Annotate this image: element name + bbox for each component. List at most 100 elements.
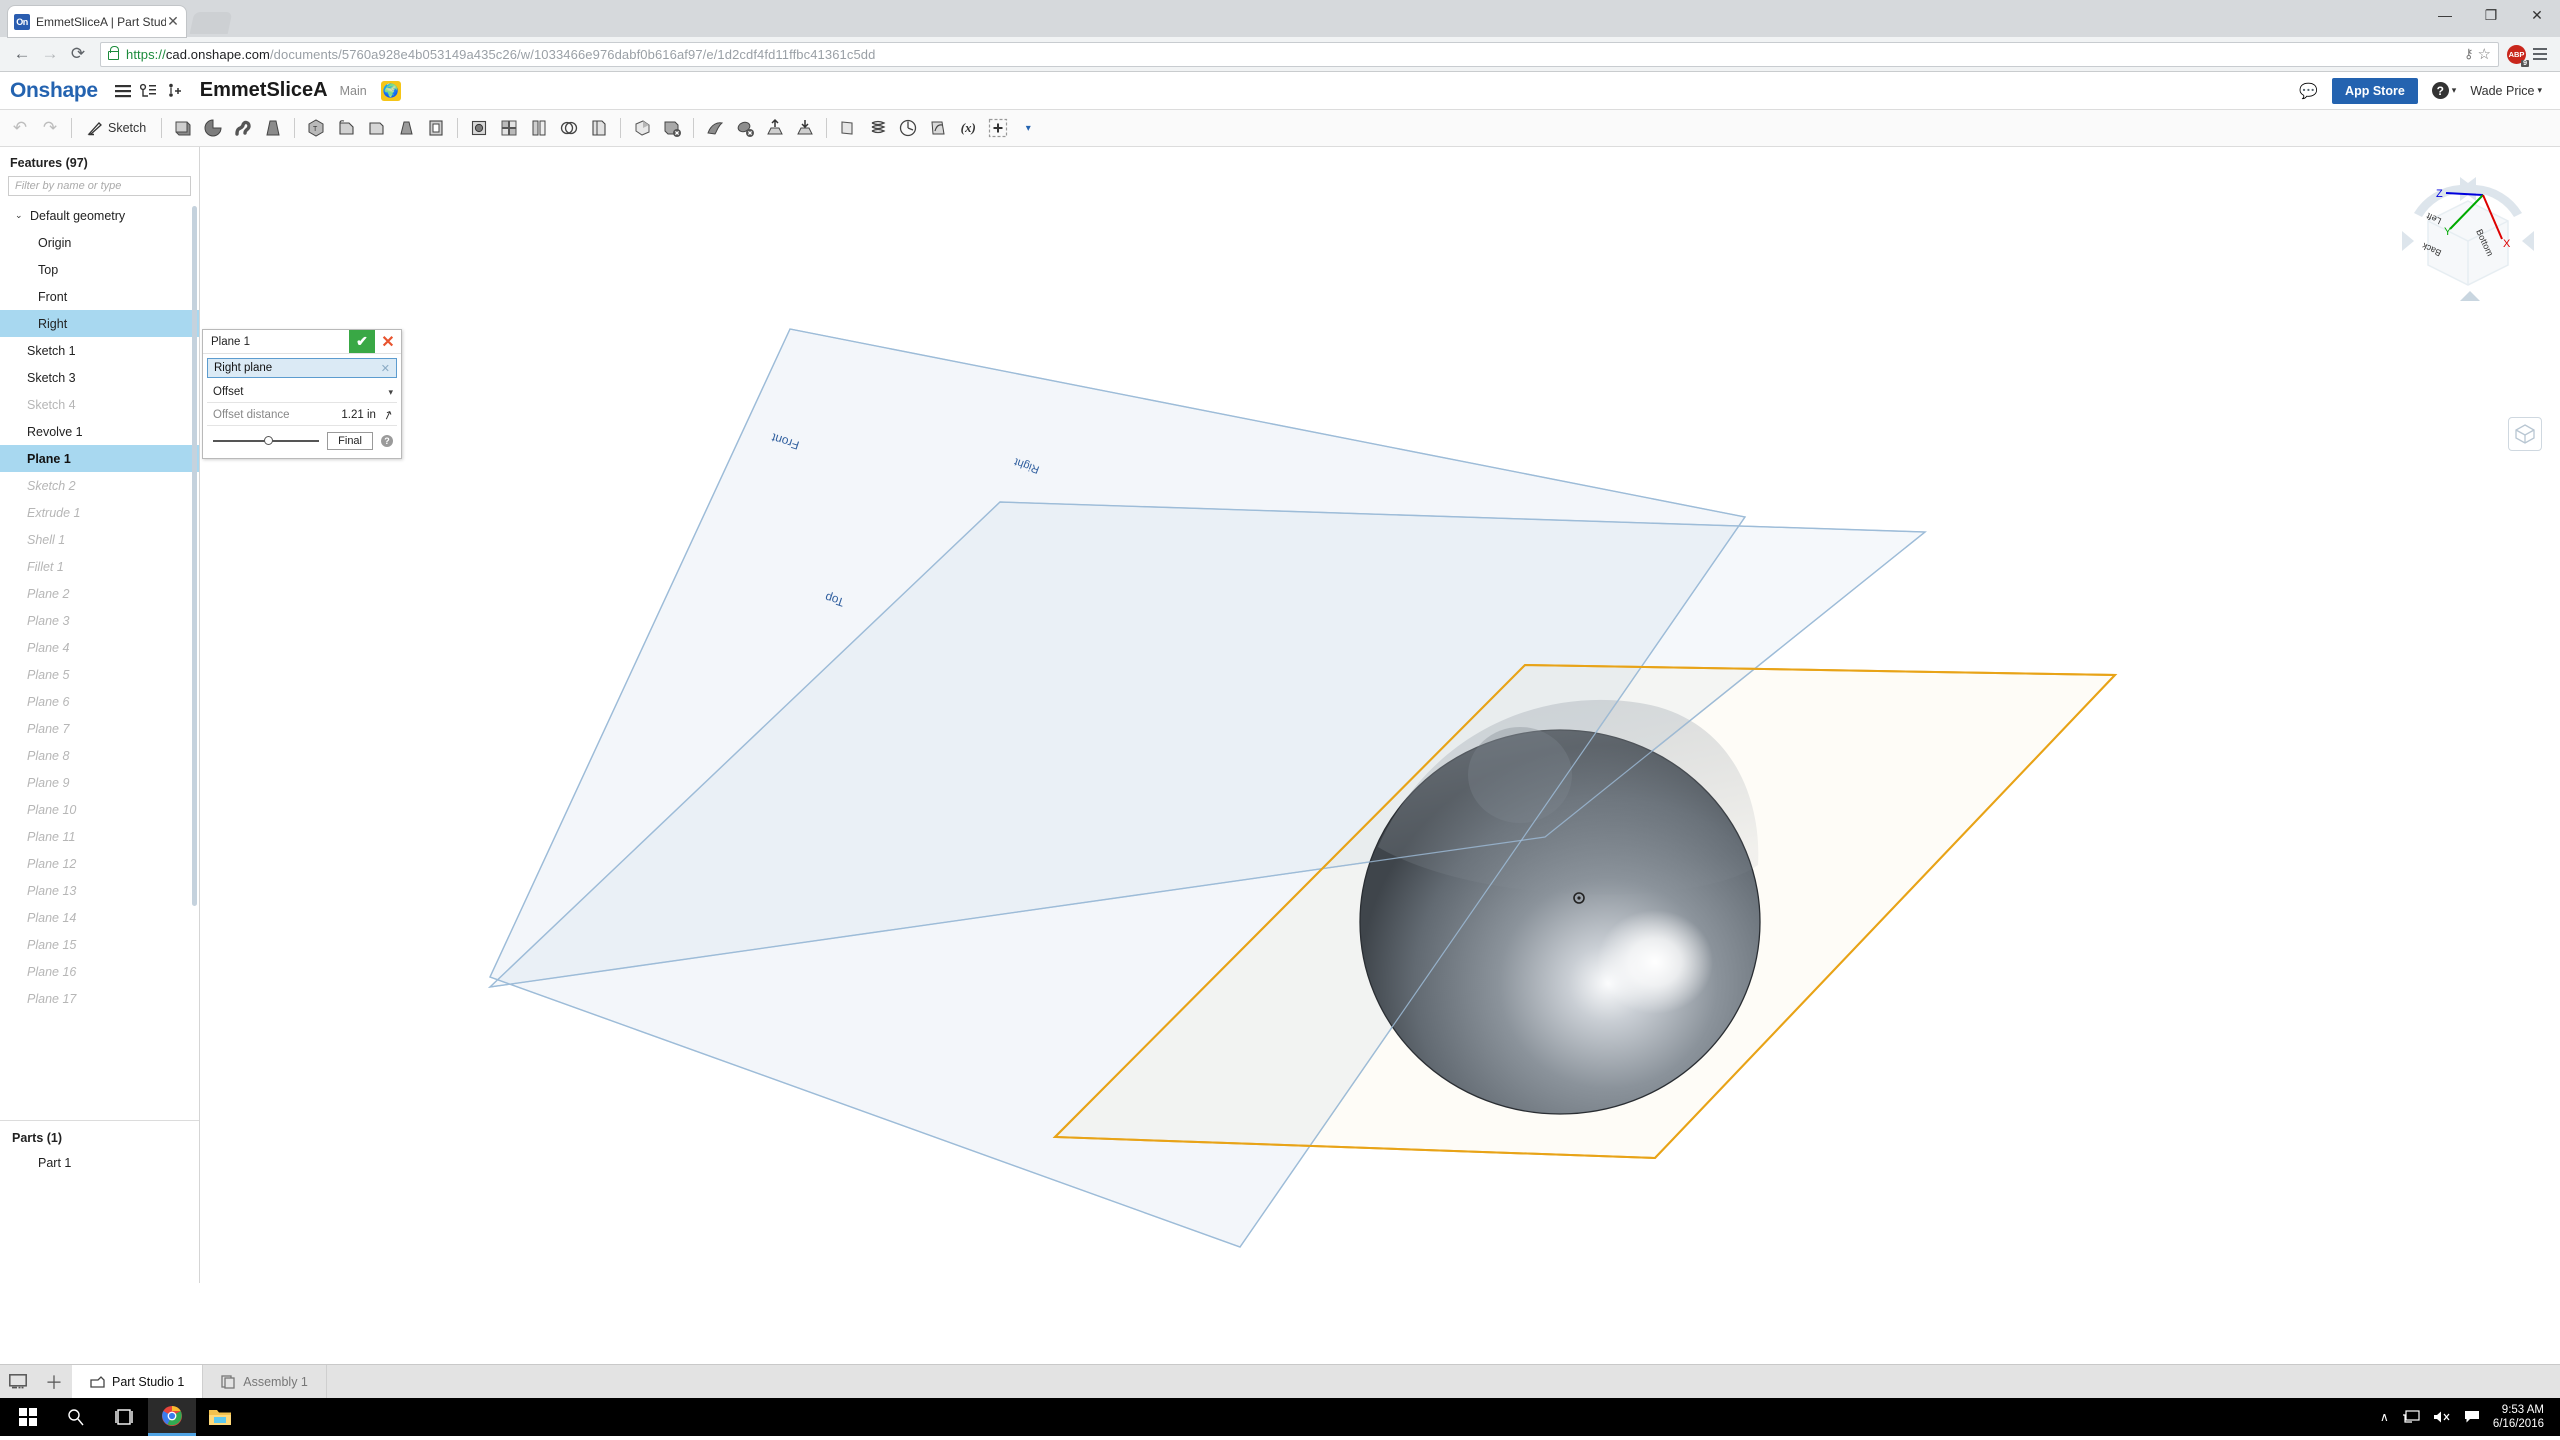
tray-chevron-icon[interactable]: ∧ [2380,1410,2389,1424]
redo-icon[interactable]: ↷ [36,114,64,142]
reload-icon[interactable]: ⟳ [64,40,92,68]
tree-node-sketch-2[interactable]: Sketch 2 [0,472,199,499]
network-icon[interactable] [2402,1410,2420,1424]
default-geometry-node[interactable]: ⌄ Default geometry [0,202,199,229]
branch-icon[interactable] [162,78,188,104]
tree-node-right[interactable]: Right [0,310,199,337]
delete-face-tool[interactable] [658,114,686,142]
forward-icon[interactable]: → [36,40,64,68]
split-tool[interactable] [585,114,613,142]
export-tool[interactable] [791,114,819,142]
tree-node-plane-9[interactable]: Plane 9 [0,769,199,796]
variable-tool[interactable]: (x) [954,114,982,142]
mirror-tool[interactable] [525,114,553,142]
tree-node-plane-6[interactable]: Plane 6 [0,688,199,715]
plane-dialog[interactable]: Plane 1 ✔ ✕ Right plane ✕ Offset ▾ Offse… [202,329,402,459]
back-icon[interactable]: ← [8,40,36,68]
fillet-tool[interactable] [362,114,390,142]
boolean-tool[interactable] [555,114,583,142]
action-center-icon[interactable] [2464,1410,2480,1424]
helix-tool[interactable] [864,114,892,142]
comment-icon[interactable]: 💬 [2299,82,2318,100]
import-tool[interactable] [761,114,789,142]
feature-tree-scroll[interactable]: ⌄ Default geometry Origin Top Front Right S… [0,202,199,1120]
loft-tool[interactable] [259,114,287,142]
volume-icon[interactable] [2433,1410,2451,1424]
final-button[interactable]: Final [327,432,373,450]
scrollbar[interactable] [192,206,197,906]
tree-node-plane-16[interactable]: Plane 16 [0,958,199,985]
workspace-label[interactable]: Main [340,84,367,98]
confirm-button[interactable]: ✔ [349,330,375,353]
help-icon-dialog[interactable]: ? [381,435,393,447]
tree-node-plane-7[interactable]: Plane 7 [0,715,199,742]
tree-node-extrude-1[interactable]: Extrude 1 [0,499,199,526]
tree-node-sketch-3[interactable]: Sketch 3 [0,364,199,391]
file-explorer-icon[interactable] [196,1398,244,1436]
offset-slider[interactable] [213,436,320,446]
tree-node-plane-8[interactable]: Plane 8 [0,742,199,769]
window-close-icon[interactable]: ✕ [2514,0,2560,30]
feature-tree-panel[interactable]: Features (97) Filter by name or type ⌄ D… [0,147,200,1283]
draft-tool[interactable] [465,114,493,142]
adblock-icon[interactable]: ABP 9 [2507,44,2529,67]
tree-node-fillet-1[interactable]: Fillet 1 [0,553,199,580]
bottom-tab-part-studio-1[interactable]: Part Studio 1 [72,1365,204,1398]
parts-list-item[interactable]: Part 1 [0,1149,199,1176]
cancel-button[interactable]: ✕ [375,330,401,353]
revision-tool[interactable] [894,114,922,142]
plane-type-select[interactable]: Offset ▾ [207,382,397,403]
document-title[interactable]: EmmetSliceA [200,79,328,102]
tree-node-plane-12[interactable]: Plane 12 [0,850,199,877]
bookmark-star-icon[interactable]: ☆ [2478,45,2491,63]
curve-tool[interactable] [924,114,952,142]
address-bar[interactable]: https://cad.onshape.com/documents/5760a9… [100,41,2499,67]
undo-icon[interactable]: ↶ [6,114,34,142]
add-tab-button[interactable]: ＋ [36,1365,72,1398]
start-button[interactable] [4,1398,52,1436]
search-icon[interactable] [52,1398,100,1436]
tree-node-plane-4[interactable]: Plane 4 [0,634,199,661]
version-graph-icon[interactable] [136,78,162,104]
tree-node-revolve-1[interactable]: Revolve 1 [0,418,199,445]
tree-node-plane-11[interactable]: Plane 11 [0,823,199,850]
tree-node-plane-14[interactable]: Plane 14 [0,904,199,931]
key-icon[interactable]: ⚷ [2464,46,2474,62]
feature-filter-input[interactable]: Filter by name or type [8,176,191,196]
view-cube[interactable]: Left Bottom Back Z Y X [2398,169,2538,309]
new-tab-button[interactable] [189,12,233,34]
entity-selection-field[interactable]: Right plane ✕ [207,358,397,378]
user-menu[interactable]: Wade Price ▾ [2470,84,2542,98]
chevron-down-icon-toolbar[interactable]: ▾ [1014,114,1042,142]
tree-node-plane-13[interactable]: Plane 13 [0,877,199,904]
chamfer-tool[interactable] [392,114,420,142]
close-icon[interactable]: ✕ [166,13,180,30]
tree-node-plane-5[interactable]: Plane 5 [0,661,199,688]
thicken-tool[interactable]: T [302,114,330,142]
flip-direction-icon[interactable]: ↗ [381,407,395,424]
tree-node-origin[interactable]: Origin [0,229,199,256]
extrude-tool[interactable] [332,114,360,142]
slider-knob[interactable] [263,436,273,445]
tree-node-plane-2[interactable]: Plane 2 [0,580,199,607]
tree-node-plane-10[interactable]: Plane 10 [0,796,199,823]
offset-distance-value[interactable]: 1.21 in [341,409,376,421]
tree-node-front[interactable]: Front [0,283,199,310]
tree-node-sketch-1[interactable]: Sketch 1 [0,337,199,364]
tree-node-shell-1[interactable]: Shell 1 [0,526,199,553]
tree-node-top[interactable]: Top [0,256,199,283]
chevron-down-icon-defgeo[interactable]: ⌄ [15,210,27,221]
hamburger-icon[interactable] [110,78,136,104]
3d-scene[interactable]: Front Top Right [200,147,2560,1364]
clear-selection-icon[interactable]: ✕ [381,362,390,375]
tree-node-plane-15[interactable]: Plane 15 [0,931,199,958]
sketch-button[interactable]: Sketch [79,114,154,142]
sweep-tool[interactable] [229,114,257,142]
bottom-tab-assembly-1[interactable]: Assembly 1 [203,1365,327,1398]
maximize-icon[interactable]: ❐ [2468,0,2514,30]
delete-part-tool[interactable] [731,114,759,142]
revolve-tool[interactable] [199,114,227,142]
chrome-icon[interactable] [148,1398,196,1436]
tree-node-plane-3[interactable]: Plane 3 [0,607,199,634]
help-menu[interactable]: ? ▾ [2431,82,2456,99]
